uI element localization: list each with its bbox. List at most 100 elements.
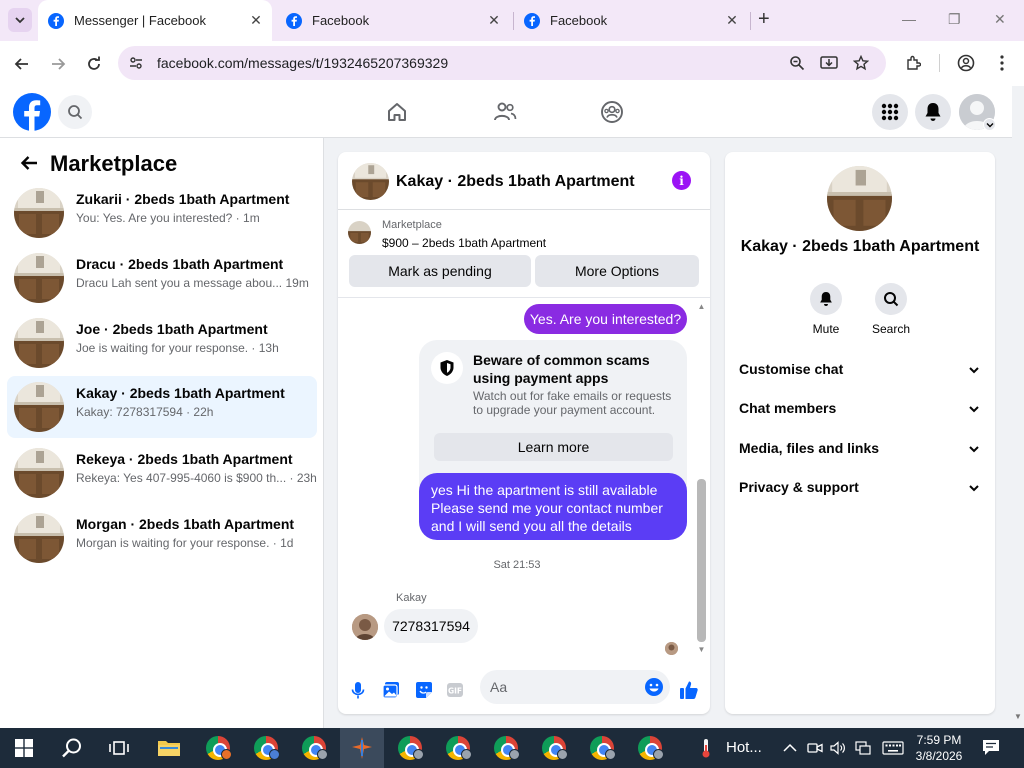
chat-scrollbar-thumb[interactable] <box>697 479 706 642</box>
message-composer: GIF Aa <box>338 668 710 714</box>
more-options-button[interactable]: More Options <box>535 255 699 287</box>
new-tab-button[interactable]: + <box>758 9 770 29</box>
search-button[interactable] <box>58 95 92 129</box>
scroll-down-arrow[interactable]: ▼ <box>697 645 706 654</box>
toolbar-separator <box>939 54 940 72</box>
chat-listing-avatar[interactable] <box>352 163 389 200</box>
start-button[interactable] <box>2 728 46 768</box>
chat-title[interactable]: Kakay · 2beds 1bath Apartment <box>396 173 635 191</box>
groups-nav-button[interactable] <box>600 100 624 124</box>
extensions-icon[interactable] <box>903 53 923 73</box>
page-scroll-down-arrow[interactable]: ▼ <box>1012 712 1024 721</box>
page-scrollbar[interactable]: ▼ <box>1012 86 1024 728</box>
incoming-message[interactable]: 7278317594 <box>384 609 478 643</box>
microphone-icon[interactable] <box>347 679 369 701</box>
conversation-item-dracu[interactable]: Dracu · 2beds 1bath Apartment Dracu Lah … <box>7 247 317 309</box>
listing-thumbnail[interactable] <box>348 221 371 244</box>
site-info-icon[interactable] <box>128 55 144 71</box>
chrome-profile-taskbar-button[interactable] <box>292 728 336 768</box>
weather-text[interactable]: Hot... <box>726 739 762 756</box>
gif-icon[interactable]: GIF <box>444 679 466 701</box>
learn-more-button[interactable]: Learn more <box>434 433 673 461</box>
network-icon[interactable] <box>855 740 871 756</box>
task-view-button[interactable] <box>97 728 141 768</box>
tab-facebook-2[interactable]: Facebook ✕ <box>514 0 748 41</box>
friends-nav-button[interactable] <box>493 100 517 124</box>
photo-icon[interactable] <box>380 679 402 701</box>
search-in-chat-button[interactable]: Search <box>871 283 911 336</box>
conversation-preview: Morgan is waiting for your response. · 1… <box>76 536 294 550</box>
chevron-down-icon <box>986 122 993 127</box>
chrome-profile-taskbar-button[interactable] <box>388 728 432 768</box>
profile-badge <box>605 749 616 760</box>
thumbs-up-icon[interactable] <box>678 679 700 701</box>
notifications-button[interactable] <box>915 94 951 130</box>
mark-as-pending-button[interactable]: Mark as pending <box>349 255 531 287</box>
bookmark-star-icon[interactable] <box>852 54 870 72</box>
conversation-item-zukarii[interactable]: Zukarii · 2beds 1bath Apartment You: Yes… <box>7 182 317 244</box>
account-menu-badge[interactable] <box>983 118 996 131</box>
conversation-item-rekeya[interactable]: Rekeya · 2beds 1bath Apartment Rekeya: Y… <box>7 442 317 504</box>
sender-avatar[interactable] <box>352 614 378 640</box>
install-app-icon[interactable] <box>820 54 838 72</box>
file-explorer-button[interactable] <box>147 728 191 768</box>
clock[interactable]: 7:59 PM 3/8/2026 <box>914 732 964 764</box>
close-window-button[interactable]: ✕ <box>994 11 1006 27</box>
address-bar[interactable]: facebook.com/messages/t/1932465207369329 <box>118 46 886 80</box>
tab-close-icon[interactable]: ✕ <box>724 13 740 28</box>
section-label: Customise chat <box>739 361 844 377</box>
menu-grid-button[interactable] <box>872 94 908 130</box>
section-chat-members[interactable]: Chat members <box>739 398 981 420</box>
page-title: Marketplace <box>50 151 178 176</box>
mute-button[interactable]: Mute <box>806 283 846 336</box>
info-icon[interactable]: i <box>672 171 691 190</box>
maximize-button[interactable]: ❐ <box>948 11 961 27</box>
sticker-icon[interactable] <box>413 679 435 701</box>
notification-center-icon[interactable] <box>982 739 1000 756</box>
profile-badge <box>317 749 328 760</box>
volume-icon[interactable] <box>830 740 846 756</box>
chrome-profile-taskbar-button[interactable] <box>628 728 672 768</box>
taskbar-search-button[interactable] <box>50 728 94 768</box>
home-nav-button[interactable] <box>385 100 409 124</box>
conversation-avatar[interactable] <box>827 166 892 231</box>
arrow-right-icon <box>52 58 66 70</box>
chrome-profile-taskbar-button[interactable] <box>532 728 576 768</box>
kebab-menu-icon[interactable] <box>992 53 1012 73</box>
chrome-profile-taskbar-button[interactable] <box>436 728 480 768</box>
back-to-chats-button[interactable] <box>18 152 40 174</box>
section-customise-chat[interactable]: Customise chat <box>739 359 981 381</box>
keyboard-icon[interactable] <box>882 740 904 756</box>
tab-close-icon[interactable]: ✕ <box>486 13 502 28</box>
chrome-profile-taskbar-button[interactable] <box>580 728 624 768</box>
zoom-icon[interactable] <box>788 54 806 72</box>
emoji-icon[interactable] <box>644 677 664 697</box>
thermometer-icon[interactable] <box>698 739 714 758</box>
active-app-taskbar-button[interactable] <box>340 728 384 768</box>
meet-now-icon[interactable] <box>807 740 823 756</box>
outgoing-message[interactable]: Yes. Are you interested? <box>524 304 687 334</box>
conversation-item-joe[interactable]: Joe · 2beds 1bath Apartment Joe is waiti… <box>7 312 317 374</box>
conversation-item-morgan[interactable]: Morgan · 2beds 1bath Apartment Morgan is… <box>7 507 317 569</box>
facebook-logo-icon[interactable] <box>13 93 51 131</box>
back-button[interactable] <box>12 54 32 74</box>
section-media-files-links[interactable]: Media, files and links <box>739 438 981 460</box>
tab-facebook-1[interactable]: Facebook ✕ <box>276 0 510 41</box>
listing-price-title[interactable]: $900 – 2beds 1bath Apartment <box>382 236 546 250</box>
outgoing-message[interactable]: yes Hi the apartment is still available … <box>419 473 687 540</box>
chrome-profile-taskbar-button[interactable] <box>484 728 528 768</box>
chrome-profile-taskbar-button[interactable] <box>244 728 288 768</box>
scroll-up-arrow[interactable]: ▲ <box>697 302 706 311</box>
conversation-item-kakay[interactable]: Kakay · 2beds 1bath Apartment Kakay: 727… <box>7 376 317 438</box>
profile-icon[interactable] <box>956 53 976 73</box>
forward-button[interactable] <box>48 54 68 74</box>
message-input[interactable]: Aa <box>480 670 670 704</box>
tab-messenger[interactable]: Messenger | Facebook ✕ <box>38 0 272 41</box>
reload-button[interactable] <box>84 54 104 74</box>
minimize-button[interactable]: — <box>902 11 916 27</box>
section-privacy-support[interactable]: Privacy & support <box>739 477 981 499</box>
tab-search-button[interactable] <box>8 8 32 32</box>
chevron-up-icon[interactable] <box>782 740 798 756</box>
tab-close-icon[interactable]: ✕ <box>248 13 264 28</box>
chrome-profile-taskbar-button[interactable] <box>196 728 240 768</box>
